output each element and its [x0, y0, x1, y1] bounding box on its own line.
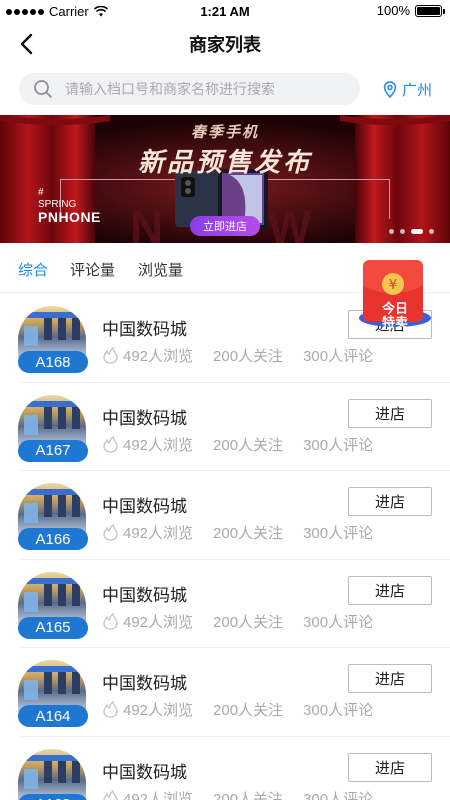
- banner-hash: #: [38, 187, 44, 198]
- stall-code-badge: A168: [18, 351, 88, 373]
- enter-store-button[interactable]: 进店: [348, 398, 432, 428]
- follows-count: 200人关注: [213, 702, 284, 720]
- views-count: 492人浏览: [123, 348, 194, 365]
- comments-count: 300人评论: [303, 525, 374, 543]
- comments-count: 300人评论: [303, 436, 374, 454]
- store-avatar[interactable]: A164: [18, 660, 88, 730]
- svg-text:N: N: [130, 201, 163, 243]
- status-right: 100%: [376, 3, 445, 18]
- banner-subtitle: 春季手机: [190, 124, 259, 141]
- list-item[interactable]: A166 中国数码城 492人浏览 200人关注 300人评论 进店: [18, 471, 450, 560]
- location-pin-icon: [383, 81, 397, 98]
- battery-percent: 100%: [376, 3, 410, 18]
- carousel-dot-active[interactable]: [411, 229, 423, 234]
- enter-store-button[interactable]: 进店: [348, 487, 432, 517]
- red-packet-line1: 今日: [381, 301, 408, 316]
- promo-banner[interactable]: N W 春季手机 新品预售发布 # SPRING PNHONE 立即进店: [0, 115, 450, 243]
- store-avatar[interactable]: A167: [18, 394, 88, 465]
- enter-store-button[interactable]: 进店: [348, 664, 432, 694]
- banner-title: 新品预售发布: [137, 147, 312, 177]
- svg-text:¥: ¥: [389, 278, 397, 293]
- flame-icon: [103, 524, 118, 541]
- comments-count: 300人评论: [303, 348, 374, 365]
- follows-count: 200人关注: [213, 790, 284, 800]
- battery-icon: [415, 4, 445, 17]
- search-icon: [34, 80, 52, 98]
- views-count: 492人浏览: [123, 525, 194, 543]
- views-count: 492人浏览: [123, 702, 194, 720]
- store-name[interactable]: 中国数码城: [102, 581, 187, 606]
- follows-count: 200人关注: [213, 613, 284, 631]
- store-name[interactable]: 中国数码城: [102, 758, 187, 783]
- page-title: 商家列表: [189, 35, 261, 55]
- store-photo: [18, 748, 86, 800]
- daily-deal-red-packet[interactable]: ¥ 今日 特卖: [357, 256, 433, 332]
- list-item[interactable]: A165 中国数码城 492人浏览 200人关注 300人评论 进店: [18, 560, 450, 649]
- store-name[interactable]: 中国数码城: [102, 669, 187, 694]
- status-bar: Carrier 1:21 AM 100%: [0, 0, 450, 22]
- carousel-dots: [389, 229, 434, 234]
- banner-spring-line2: PNHONE: [38, 209, 101, 225]
- store-name[interactable]: 中国数码城: [102, 404, 187, 429]
- views-count: 492人浏览: [123, 613, 194, 631]
- list-item[interactable]: A163 中国数码城 492人浏览 200人关注 300人评论 进店: [18, 737, 450, 800]
- carousel-dot[interactable]: [429, 229, 434, 234]
- follows-count: 200人关注: [213, 436, 284, 454]
- red-packet-line2: 特卖: [381, 315, 408, 330]
- banner-headline: 春季手机 新品预售发布: [0, 121, 450, 179]
- store-stats: 492人浏览 200人关注 300人评论: [102, 788, 393, 800]
- flame-icon: [103, 347, 118, 364]
- stall-code-badge: A164: [18, 705, 88, 728]
- enter-store-button[interactable]: 进店: [348, 575, 432, 605]
- search-box[interactable]: [19, 73, 360, 105]
- store-stats: 492人浏览 200人关注 300人评论: [102, 345, 393, 366]
- store-stats: 492人浏览 200人关注 300人评论: [102, 434, 393, 455]
- store-avatar[interactable]: A163: [18, 748, 88, 800]
- store-name[interactable]: 中国数码城: [102, 492, 187, 517]
- list-item[interactable]: A167 中国数码城 492人浏览 200人关注 300人评论 进店: [18, 383, 450, 472]
- comments-count: 300人评论: [303, 613, 374, 631]
- tab-comments[interactable]: 评论量: [70, 259, 115, 280]
- comments-count: 300人评论: [303, 702, 374, 720]
- list-item[interactable]: A164 中国数码城 492人浏览 200人关注 300人评论 进店: [18, 648, 450, 737]
- store-stats: 492人浏览 200人关注 300人评论: [102, 699, 393, 720]
- banner-enter-button[interactable]: 立即进店: [190, 216, 260, 236]
- location-selector[interactable]: 广州: [383, 79, 432, 100]
- comments-count: 300人评论: [303, 790, 374, 800]
- store-avatar[interactable]: A168: [18, 306, 88, 376]
- follows-count: 200人关注: [213, 525, 284, 543]
- enter-store-button[interactable]: 进店: [348, 752, 432, 782]
- store-avatar[interactable]: A166: [18, 483, 88, 553]
- store-stats: 492人浏览 200人关注 300人评论: [102, 522, 393, 543]
- flame-icon: [103, 612, 118, 630]
- nav-bar: 商家列表: [0, 22, 450, 64]
- store-name[interactable]: 中国数码城: [102, 315, 187, 340]
- tab-comprehensive[interactable]: 综合: [18, 259, 48, 280]
- flame-icon: [103, 435, 118, 453]
- search-input[interactable]: [65, 81, 335, 97]
- svg-text:W: W: [268, 201, 312, 243]
- location-label: 广州: [401, 82, 432, 99]
- tab-views[interactable]: 浏览量: [138, 259, 183, 280]
- stall-code-badge: A167: [18, 439, 88, 462]
- flame-icon: [103, 789, 118, 800]
- follows-count: 200人关注: [213, 348, 284, 365]
- views-count: 492人浏览: [123, 790, 194, 800]
- search-row: 广州: [0, 64, 450, 114]
- red-packet-label: 今日 特卖: [357, 302, 433, 330]
- store-avatar[interactable]: A165: [18, 571, 88, 642]
- store-list: A168 中国数码城 492人浏览 200人关注 300人评论 进店 A167 …: [0, 294, 450, 800]
- store-stats: 492人浏览 200人关注 300人评论: [102, 611, 393, 632]
- stall-code-badge: A165: [18, 616, 88, 639]
- banner-spring-text: # SPRING PNHONE: [38, 187, 101, 225]
- stall-code-badge: A163: [18, 793, 88, 800]
- views-count: 492人浏览: [123, 436, 194, 454]
- carousel-dot[interactable]: [400, 229, 405, 234]
- stall-code-badge: A166: [18, 528, 88, 551]
- flame-icon: [103, 701, 118, 719]
- carousel-dot[interactable]: [389, 229, 394, 234]
